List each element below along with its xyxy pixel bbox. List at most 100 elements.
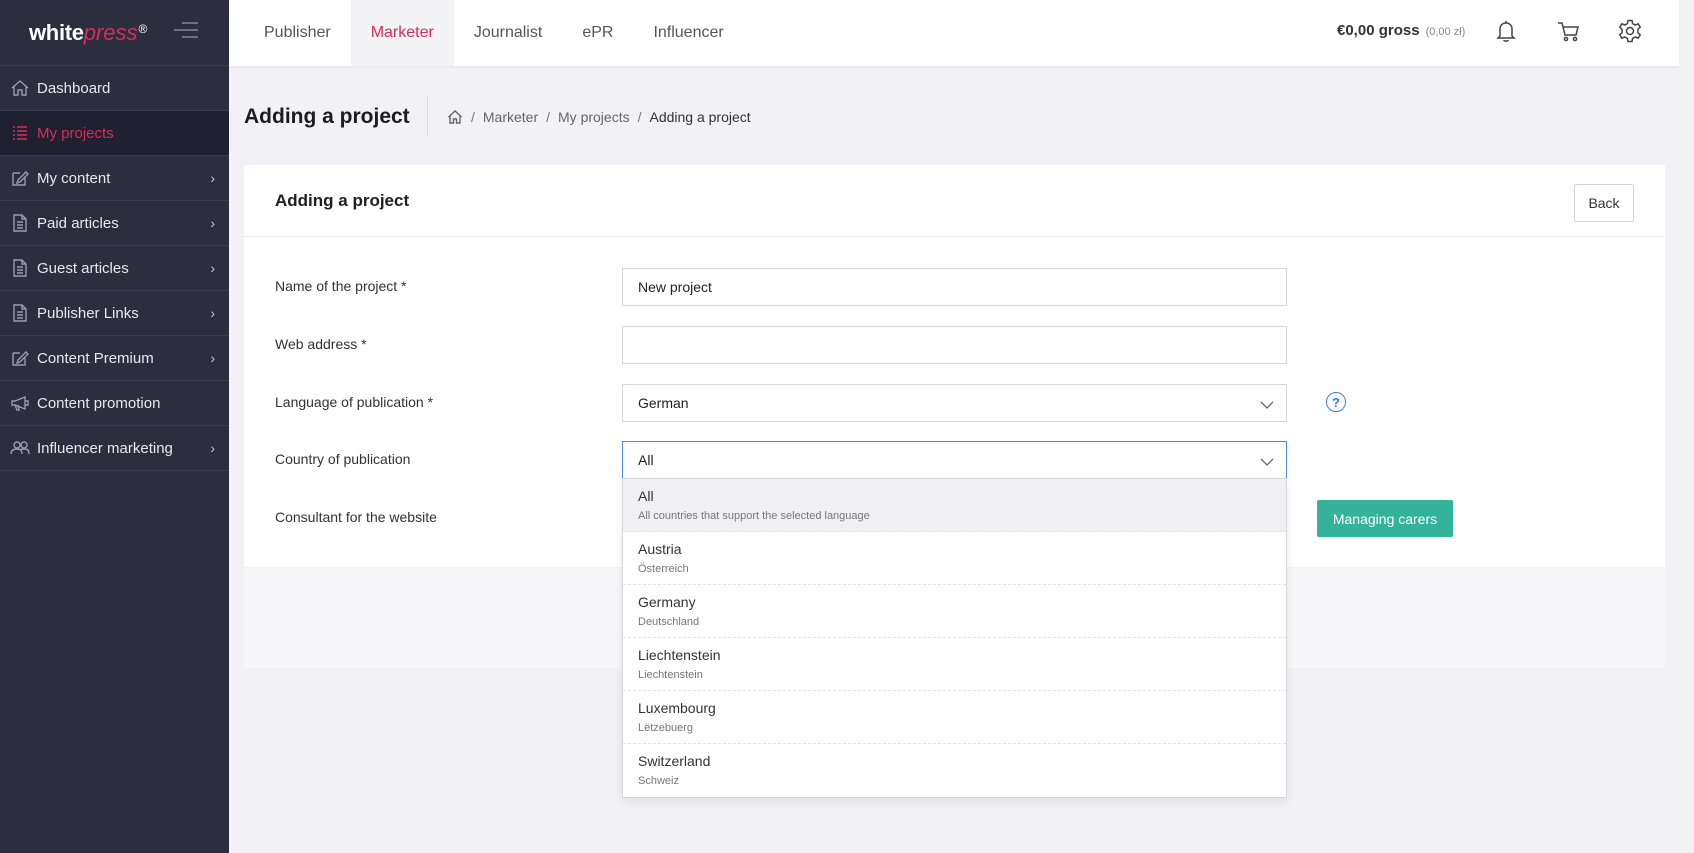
sidebar-item-label: Guest articles (37, 259, 129, 277)
topbar: Publisher Marketer Journalist ePR Influe… (229, 0, 1679, 66)
sidebar-item-paid-articles[interactable]: Paid articles › (0, 201, 229, 246)
back-button[interactable]: Back (1574, 184, 1634, 222)
breadcrumb: / Marketer / My projects / Adding a proj… (447, 108, 751, 125)
sidebar-nav: Dashboard My projects My content › Paid … (0, 66, 229, 471)
home-icon[interactable] (447, 108, 463, 125)
balance-sub: (0,00 zł) (1425, 26, 1466, 38)
sidebar-item-label: Paid articles (37, 214, 119, 232)
header-divider (427, 96, 428, 136)
sidebar-item-content-promotion[interactable]: Content promotion (0, 381, 229, 426)
sidebar-item-my-projects[interactable]: My projects (0, 111, 229, 156)
bell-icon[interactable] (1493, 18, 1519, 44)
megaphone-icon (10, 393, 30, 413)
document-icon (10, 213, 30, 233)
country-option-luxembourg[interactable]: Luxembourg Lëtzebuerg (623, 691, 1286, 744)
sidebar-item-influencer-marketing[interactable]: Influencer marketing › (0, 426, 229, 471)
sidebar-item-publisher-links[interactable]: Publisher Links › (0, 291, 229, 336)
tab-journalist[interactable]: Journalist (454, 0, 562, 66)
country-option-all[interactable]: All All countries that support the selec… (623, 479, 1286, 532)
option-subtitle: Österreich (638, 563, 689, 575)
sidebar-item-dashboard[interactable]: Dashboard (0, 66, 229, 111)
sidebar-item-label: Dashboard (37, 79, 111, 97)
logo-white: white (29, 19, 84, 45)
option-subtitle: Deutschland (638, 616, 700, 628)
option-name: Liechtenstein (638, 647, 721, 663)
chevron-right-icon: › (210, 215, 215, 231)
sidebar-item-label: Influencer marketing (37, 439, 173, 457)
sidebar-item-label: My content (37, 169, 111, 187)
country-selected-value: All (638, 452, 654, 468)
web-address-input[interactable] (622, 326, 1287, 364)
logo-registered: ® (138, 21, 148, 36)
breadcrumb-separator: / (637, 108, 642, 125)
language-selected-value: German (638, 395, 689, 411)
chevron-right-icon: › (210, 350, 215, 366)
option-subtitle: All countries that support the selected … (638, 510, 870, 522)
managing-carers-button[interactable]: Managing carers (1317, 500, 1453, 537)
logo-press: press (83, 19, 138, 45)
role-tabs: Publisher Marketer Journalist ePR Influe… (229, 0, 744, 66)
edit-icon (10, 168, 30, 188)
option-subtitle: Schweiz (638, 775, 679, 787)
option-name: Switzerland (638, 753, 711, 769)
sidebar-item-guest-articles[interactable]: Guest articles › (0, 246, 229, 291)
sidebar-item-my-content[interactable]: My content › (0, 156, 229, 201)
breadcrumb-separator: / (471, 108, 475, 125)
home-icon (10, 78, 30, 98)
country-option-switzerland[interactable]: Switzerland Schweiz (623, 744, 1286, 797)
help-icon[interactable]: ? (1326, 392, 1346, 412)
card-header: Adding a project Back (244, 165, 1665, 237)
sidebar: white press ® Dashboard My projects My con… (0, 0, 229, 853)
card-title: Adding a project (275, 191, 410, 210)
tab-epr[interactable]: ePR (562, 0, 633, 66)
country-option-austria[interactable]: Austria Österreich (623, 532, 1286, 585)
chevron-right-icon: › (210, 170, 215, 186)
chevron-down-icon (1260, 454, 1274, 470)
sidebar-item-content-premium[interactable]: Content Premium › (0, 336, 229, 381)
cart-icon[interactable] (1556, 18, 1582, 44)
gear-icon[interactable] (1617, 18, 1643, 44)
page-scrollbar[interactable] (1679, 0, 1694, 853)
option-subtitle: Liechtenstein (638, 669, 703, 681)
tab-marketer[interactable]: Marketer (350, 0, 454, 66)
document-icon (10, 303, 30, 323)
sidebar-item-label: Content Premium (37, 349, 154, 367)
edit-icon (10, 348, 30, 368)
tab-influencer[interactable]: Influencer (633, 0, 743, 66)
sidebar-item-label: Publisher Links (37, 304, 139, 322)
option-name: Austria (638, 541, 682, 557)
country-label: Country of publication (275, 451, 411, 467)
chevron-down-icon (1260, 397, 1274, 413)
sidebar-item-label: Content promotion (37, 394, 161, 412)
option-subtitle: Lëtzebuerg (638, 722, 694, 734)
list-icon (10, 123, 30, 143)
page-title: Adding a project (244, 105, 410, 128)
project-name-input[interactable] (622, 268, 1287, 306)
chevron-right-icon: › (210, 305, 215, 321)
country-option-germany[interactable]: Germany Deutschland (623, 585, 1286, 638)
option-name: Germany (638, 594, 696, 610)
sidebar-item-label: My projects (37, 124, 114, 142)
document-icon (10, 258, 30, 278)
balance-amount: €0,00 gross (1337, 22, 1420, 39)
language-select[interactable]: German (622, 384, 1287, 422)
breadcrumb-my-projects[interactable]: My projects (558, 109, 630, 125)
consultant-label: Consultant for the website (275, 509, 437, 525)
menu-toggle-icon[interactable] (174, 22, 198, 40)
country-dropdown: All All countries that support the selec… (622, 478, 1287, 798)
breadcrumb-marketer[interactable]: Marketer (483, 109, 538, 125)
chevron-right-icon: › (210, 260, 215, 276)
language-label: Language of publication * (275, 394, 434, 410)
option-name: All (638, 488, 654, 504)
option-name: Luxembourg (638, 700, 716, 716)
breadcrumb-separator: / (546, 108, 551, 125)
project-name-label: Name of the project * (275, 278, 407, 294)
breadcrumb-current: Adding a project (649, 108, 751, 125)
country-option-liechtenstein[interactable]: Liechtenstein Liechtenstein (623, 638, 1286, 691)
tab-publisher[interactable]: Publisher (229, 0, 351, 66)
chevron-right-icon: › (210, 440, 215, 456)
web-address-label: Web address * (275, 336, 367, 352)
account-balance[interactable]: €0,00 gross (0,00 zł) (1337, 22, 1465, 39)
country-select[interactable]: All (622, 441, 1287, 479)
users-icon (10, 438, 30, 458)
